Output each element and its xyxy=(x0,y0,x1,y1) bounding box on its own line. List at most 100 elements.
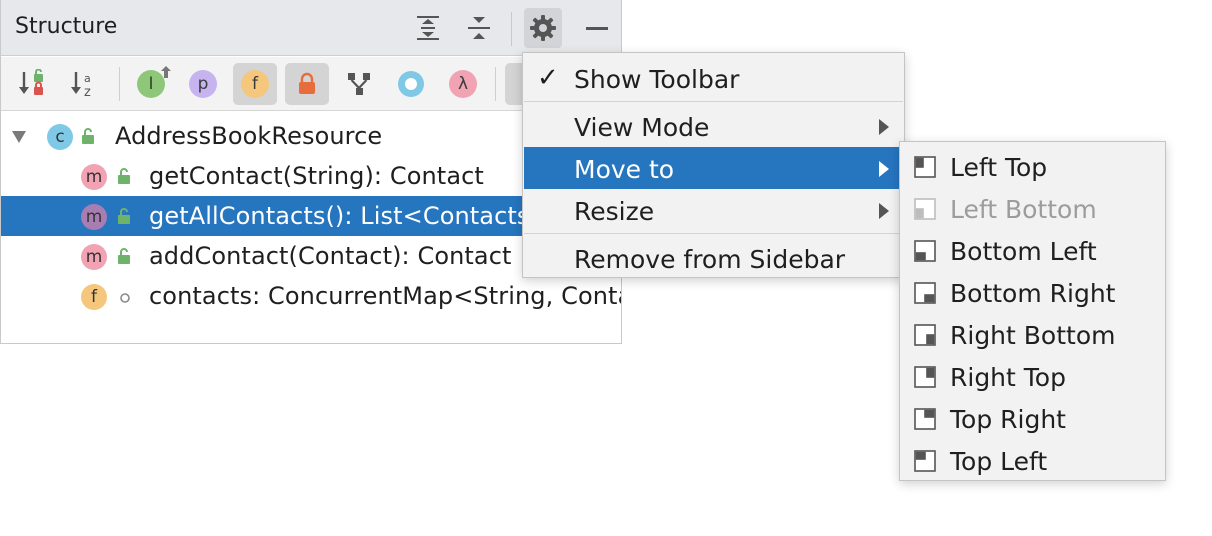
top-left-icon xyxy=(914,450,936,472)
bottom-right-icon xyxy=(914,282,936,304)
field-glyph: f xyxy=(91,287,97,307)
top-right-icon xyxy=(914,408,936,430)
show-anonymous-icon xyxy=(398,71,424,97)
show-fields-button[interactable]: f xyxy=(233,63,277,105)
hide-icon xyxy=(586,27,608,30)
left-bottom-icon xyxy=(914,198,936,220)
move-to-submenu: Left Top Left Bottom Bottom Left Bottom … xyxy=(899,141,1166,481)
sort-alphabetically-button[interactable]: a z xyxy=(63,63,107,105)
submenu-item-right-bottom[interactable]: Right Bottom xyxy=(901,313,1164,355)
left-top-icon xyxy=(914,156,936,178)
tree-node-label: addContact(Contact): Contact xyxy=(149,242,512,270)
tree-row[interactable]: f contacts: ConcurrentMap<String, Contac… xyxy=(1,276,621,316)
submenu-item-label: Left Top xyxy=(950,153,1048,182)
show-non-public-icon xyxy=(299,72,315,94)
menu-item-view-mode[interactable]: View Mode xyxy=(524,105,903,147)
menu-item-move-to[interactable]: Move to xyxy=(524,147,903,189)
submenu-item-left-bottom: Left Bottom xyxy=(901,187,1164,229)
right-top-icon xyxy=(914,366,936,388)
show-fields-icon: f xyxy=(241,70,269,98)
submenu-item-label: Top Right xyxy=(950,405,1066,434)
svg-text:a: a xyxy=(84,72,91,85)
right-bottom-icon xyxy=(914,324,936,346)
tool-window-header: Structure xyxy=(1,0,621,56)
menu-separator xyxy=(524,233,903,234)
menu-item-label: Move to xyxy=(574,155,675,184)
submenu-item-label: Bottom Left xyxy=(950,237,1097,266)
collapse-all-icon xyxy=(468,17,490,39)
show-anonymous-button[interactable] xyxy=(389,63,433,105)
tree-node-label: getAllContacts(): List<Contacts> xyxy=(149,202,550,230)
header-separator xyxy=(511,12,512,46)
submenu-item-label: Bottom Right xyxy=(950,279,1116,308)
submenu-item-bottom-right[interactable]: Bottom Right xyxy=(901,271,1164,313)
sort-alphabetically-icon: a z xyxy=(71,72,91,99)
public-lock-icon xyxy=(82,128,94,144)
tree-node-label: AddressBookResource xyxy=(115,122,383,150)
menu-item-label: Resize xyxy=(574,197,655,226)
submenu-item-top-left[interactable]: Top Left xyxy=(901,439,1164,481)
submenu-arrow-icon xyxy=(879,161,889,177)
settings-button[interactable] xyxy=(524,8,562,48)
show-hierarchy-button[interactable] xyxy=(337,63,381,105)
method-glyph: m xyxy=(85,167,103,187)
menu-item-resize[interactable]: Resize xyxy=(524,189,903,231)
sort-by-visibility-icon xyxy=(19,69,43,95)
submenu-arrow-icon xyxy=(879,119,889,135)
submenu-item-top-right[interactable]: Top Right xyxy=(901,397,1164,439)
submenu-item-label: Right Bottom xyxy=(950,321,1116,350)
hide-button[interactable] xyxy=(578,8,616,48)
submenu-item-label: Top Left xyxy=(950,447,1048,476)
tool-window-title: Structure xyxy=(15,14,118,39)
menu-item-label: Remove from Sidebar xyxy=(574,245,846,274)
class-icon: c xyxy=(47,124,73,150)
method-glyph: m xyxy=(85,207,103,227)
show-non-public-button[interactable] xyxy=(285,63,329,105)
menu-item-remove-from-sidebar[interactable]: Remove from Sidebar xyxy=(524,237,903,279)
toolbar-separator xyxy=(495,67,496,101)
method-glyph: m xyxy=(85,247,103,267)
public-lock-icon xyxy=(118,248,130,264)
properties-glyph: p xyxy=(197,74,209,94)
submenu-item-label: Left Bottom xyxy=(950,195,1097,224)
menu-item-label: View Mode xyxy=(574,113,710,142)
submenu-item-left-top[interactable]: Left Top xyxy=(901,145,1164,187)
show-properties-icon: p xyxy=(189,70,217,98)
bottom-left-icon xyxy=(914,240,936,262)
toolbar-separator xyxy=(119,67,120,101)
submenu-item-bottom-left[interactable]: Bottom Left xyxy=(901,229,1164,271)
show-hierarchy-icon xyxy=(348,73,370,95)
menu-item-label: Show Toolbar xyxy=(574,65,740,94)
lambda-glyph: λ xyxy=(457,74,469,94)
class-glyph: c xyxy=(55,127,65,147)
show-inherited-icon: I xyxy=(137,66,171,98)
tree-node-label: getContact(String): Contact xyxy=(149,162,484,190)
package-private-icon xyxy=(120,293,130,303)
show-inherited-button[interactable]: I xyxy=(129,63,173,105)
field-icon: f xyxy=(81,284,107,310)
tree-node-label: contacts: ConcurrentMap<String, Contact> xyxy=(149,282,621,310)
tool-window-options-menu: ✓ Show Toolbar View Mode Move to Resize … xyxy=(522,52,905,278)
fields-glyph: f xyxy=(252,74,258,94)
sort-by-visibility-button[interactable] xyxy=(11,63,55,105)
gear-icon xyxy=(530,15,556,41)
menu-item-show-toolbar[interactable]: ✓ Show Toolbar xyxy=(524,57,903,99)
method-icon: m xyxy=(81,164,107,190)
expand-all-icon xyxy=(417,16,439,40)
show-properties-button[interactable]: p xyxy=(181,63,225,105)
checkmark-icon: ✓ xyxy=(537,63,559,93)
collapse-all-button[interactable] xyxy=(460,8,498,48)
public-lock-icon xyxy=(118,168,130,184)
show-lambdas-icon: λ xyxy=(449,70,477,98)
expand-all-button[interactable] xyxy=(409,8,447,48)
method-icon: m xyxy=(81,244,107,270)
submenu-item-right-top[interactable]: Right Top xyxy=(901,355,1164,397)
show-lambdas-button[interactable]: λ xyxy=(441,63,485,105)
expand-arrow-icon[interactable] xyxy=(11,130,27,144)
method-icon: m xyxy=(81,204,107,230)
menu-separator xyxy=(524,101,903,102)
svg-text:z: z xyxy=(84,85,91,99)
public-lock-icon xyxy=(118,208,130,224)
submenu-item-label: Right Top xyxy=(950,363,1066,392)
interface-glyph: I xyxy=(148,74,154,94)
